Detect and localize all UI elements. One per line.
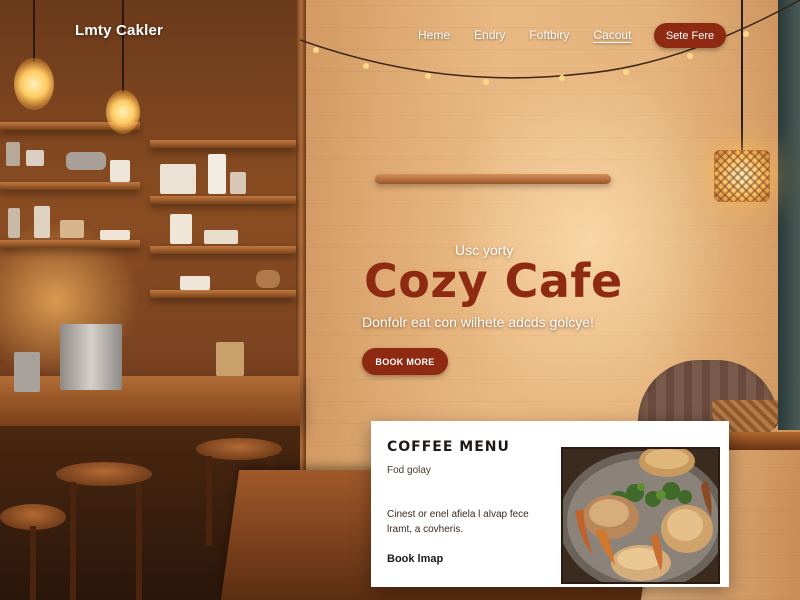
shelf bbox=[150, 196, 296, 204]
wall-rod bbox=[375, 174, 611, 184]
shelf bbox=[150, 246, 296, 254]
stool-leg bbox=[70, 482, 76, 600]
brand-logo[interactable]: Lmty Cakler bbox=[75, 22, 163, 39]
nav-link-home[interactable]: Heme bbox=[418, 28, 450, 42]
jar bbox=[216, 342, 244, 376]
hero-title: Cozy Cafe bbox=[364, 254, 623, 308]
shelf bbox=[150, 290, 296, 298]
tin bbox=[230, 172, 246, 194]
coffee-grinder bbox=[60, 324, 122, 390]
book-link[interactable]: Book lmap bbox=[387, 553, 443, 565]
bottle bbox=[34, 206, 50, 238]
bowl bbox=[204, 230, 238, 244]
jar bbox=[208, 154, 226, 194]
bowl bbox=[60, 220, 84, 238]
plates bbox=[180, 276, 210, 290]
canister bbox=[14, 352, 40, 392]
menu-card-subtitle: Fod golay bbox=[387, 465, 431, 476]
book-more-button[interactable]: BOOK MORE bbox=[362, 348, 448, 375]
menu-card-description: Cinest or enel afiela l alvap fece lramt… bbox=[387, 509, 529, 535]
pot bbox=[66, 152, 106, 170]
nav-link-contact[interactable]: Cacout bbox=[593, 28, 631, 42]
bottle bbox=[8, 208, 20, 238]
shelf bbox=[150, 140, 296, 148]
nav-link-gallery[interactable]: Foftbiry bbox=[529, 28, 569, 42]
jar bbox=[6, 142, 20, 166]
shelf bbox=[0, 182, 140, 190]
nav-link-menu[interactable]: Endry bbox=[474, 28, 505, 42]
pendant-light-icon bbox=[14, 58, 54, 110]
nav-cta-button[interactable]: Sete Fere bbox=[654, 23, 726, 48]
wicker-lantern-icon bbox=[714, 150, 770, 202]
pot bbox=[256, 270, 280, 288]
stool-leg bbox=[30, 526, 36, 600]
food-plate-image bbox=[561, 447, 720, 584]
stool-leg bbox=[136, 482, 142, 600]
nav-links: Heme Endry Foftbiry Cacout bbox=[418, 28, 631, 42]
shelf bbox=[0, 240, 140, 248]
hero-tagline: Donfolr eat con wilhete adcds golcye! bbox=[362, 314, 594, 330]
plate-stack bbox=[160, 164, 196, 194]
stool-leg bbox=[206, 456, 212, 546]
coffee-menu-card: COFFEE MENU Fod golay Cinest or enel afi… bbox=[371, 421, 729, 587]
top-navbar: Lmty Cakler Heme Endry Foftbiry Cacout S… bbox=[0, 0, 800, 64]
canister bbox=[110, 160, 130, 182]
counter-top bbox=[0, 376, 300, 426]
jar bbox=[170, 214, 192, 244]
menu-card-title: COFFEE MENU bbox=[387, 439, 510, 455]
pendant-light-icon bbox=[106, 90, 140, 134]
plates bbox=[100, 230, 130, 240]
cup bbox=[26, 150, 44, 166]
side-table bbox=[728, 432, 800, 450]
